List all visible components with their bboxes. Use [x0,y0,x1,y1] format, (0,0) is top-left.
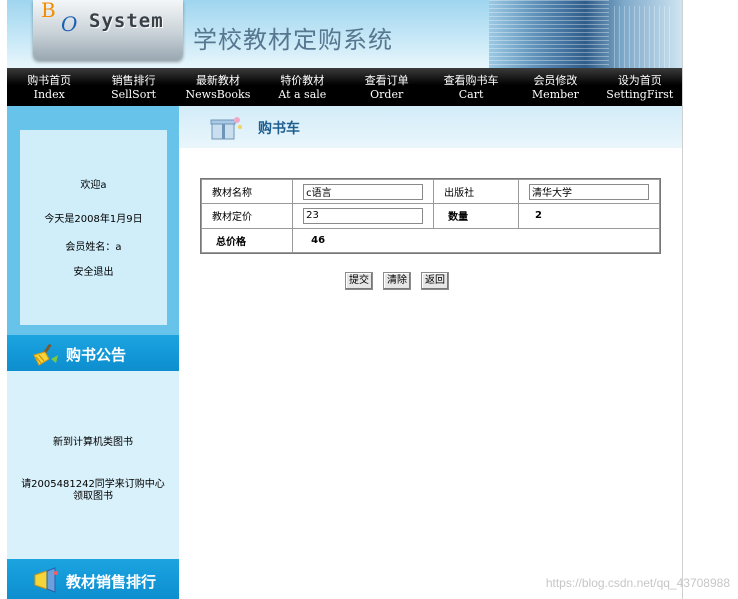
clear-button[interactable]: 清除 [383,272,411,290]
submit-button[interactable]: 提交 [345,272,373,290]
logo-system-text: System [89,10,164,32]
publisher-label: 出版社 [433,178,519,205]
member-name: 会员姓名：a [65,242,122,253]
nav-member[interactable]: 会员修改 Member [513,68,597,106]
logo-letter-o: O [61,12,78,36]
cart-title: 购书车 [258,121,300,137]
page-edge-divider [682,0,683,599]
table-row: 总价格 46 [200,227,660,254]
welcome-greeting: 欢迎a [80,180,107,191]
main-content: 购书车 教材名称 出版社 教材定价 数量 2 总价格 46 [179,106,682,599]
total-price-value: 46 [292,227,660,254]
cart-table: 教材名称 出版社 教材定价 数量 2 总价格 46 [200,178,661,254]
back-button[interactable]: 返回 [421,272,449,290]
quantity-value: 2 [518,203,660,229]
notice-line-3: 领取图书 [73,491,113,502]
nav-newsbooks[interactable]: 最新教材 NewsBooks [176,68,260,106]
gift-box-icon [210,117,242,140]
table-row: 教材定价 数量 2 [200,203,660,229]
nav-sellsort[interactable]: 销售排行 SellSort [91,68,175,106]
price-label: 教材定价 [200,203,294,229]
today-date: 今天是2008年1月9日 [44,214,143,225]
cart-actions: 提交 清除 返回 [345,272,459,290]
nav-settingfirst[interactable]: 设为首页 SettingFirst [598,68,682,106]
nav-index[interactable]: 购书首页 Index [7,68,91,106]
publisher-field[interactable] [529,183,649,200]
broom-icon [33,343,58,366]
welcome-panel: 欢迎a 今天是2008年1月9日 会员姓名：a 安全退出 [20,130,167,325]
quantity-label: 数量 [433,203,519,229]
notice-panel: 新到计算机类图书 请2005481242同学来订购中心 领取图书 [7,371,179,559]
table-row: 教材名称 出版社 [200,178,660,205]
csdn-watermark: https://blog.csdn.net/qq_43708988 [545,576,730,590]
sales-rank-title: 教材销售排行 [66,573,157,591]
site-title: 学校教材定购系统 [193,26,393,54]
megaphone-icon [34,567,58,593]
header-banner: B O System 学校教材定购系统 [7,0,682,68]
page-frame: B O System 学校教材定购系统 购书首页 Index 销售排行 SellSo… [7,0,682,599]
notice-line-1: 新到计算机类图书 [53,437,133,448]
notice-header: 购书公告 [7,335,179,371]
left-sidebar: 欢迎a 今天是2008年1月9日 会员姓名：a 安全退出 购书公告 新到计算机类… [7,106,179,599]
book-name-field[interactable] [303,183,424,200]
building-image [489,0,682,68]
bo-system-logo: B O System [33,0,183,60]
nav-cart[interactable]: 查看购书车 Cart [429,68,513,106]
logout-link[interactable]: 安全退出 [20,263,167,278]
main-nav: 购书首页 Index 销售排行 SellSort 最新教材 NewsBooks 特价教… [7,68,682,106]
book-name-label: 教材名称 [200,178,294,205]
notice-line-2: 请2005481242同学来订购中心 [21,479,165,490]
price-field[interactable] [303,207,424,224]
cart-section-header: 购书车 [179,106,682,148]
total-price-label: 总价格 [200,227,294,254]
notice-title: 购书公告 [66,346,127,364]
nav-order[interactable]: 查看订单 Order [345,68,429,106]
logo-letter-b: B [41,0,56,22]
sales-rank-header: 教材销售排行 [7,559,179,599]
nav-sale[interactable]: 特价教材 At a sale [260,68,344,106]
